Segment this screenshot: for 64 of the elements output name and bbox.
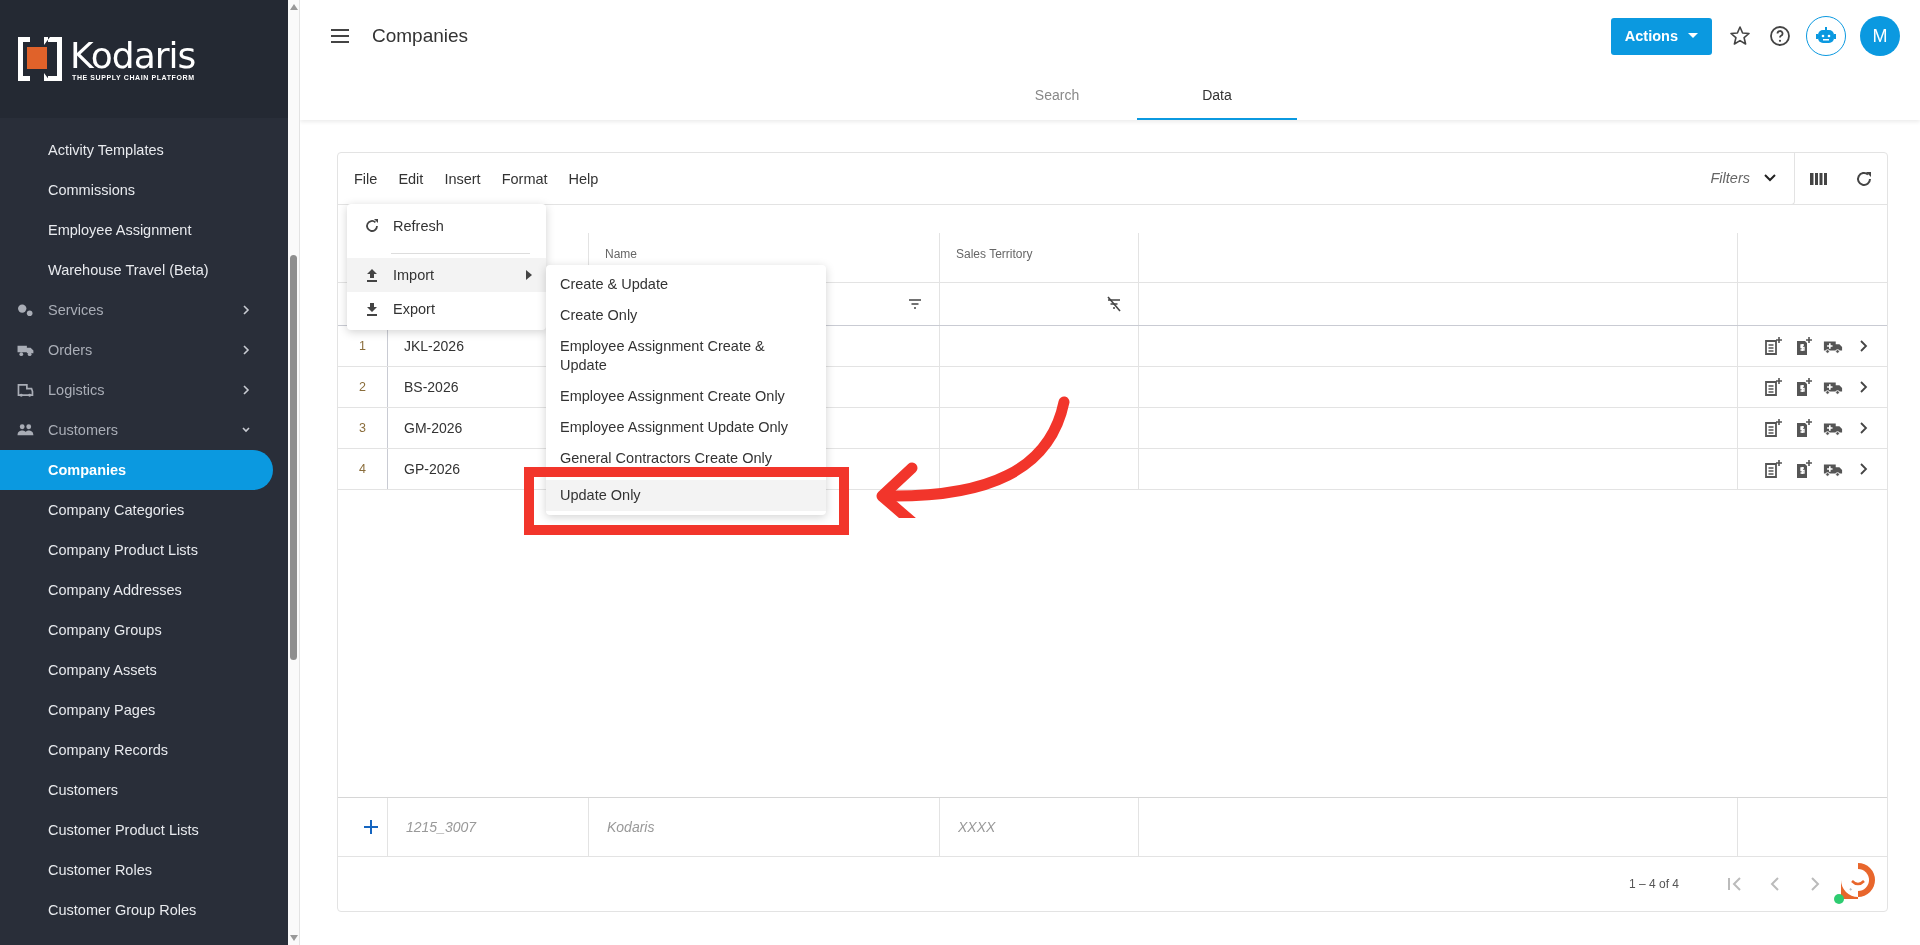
scroll-down-icon[interactable] [290, 935, 298, 941]
filters-dropdown[interactable]: Filters [1692, 152, 1795, 205]
submenu-arrow-icon [526, 270, 532, 280]
nav-group[interactable]: Logistics [0, 370, 273, 410]
scrollbar-thumb[interactable] [290, 255, 297, 660]
nav-item[interactable]: Customers [0, 770, 273, 810]
chevron-down-icon [241, 425, 251, 435]
menu-option[interactable]: Update Only [546, 480, 826, 511]
note-add-icon[interactable] [1763, 459, 1783, 479]
logo-icon [18, 37, 62, 81]
menu-option[interactable]: Export [347, 292, 546, 326]
pagination-range: 1 – 4 of 4 [1628, 877, 1679, 891]
input-field[interactable]: Kodaris [605, 818, 939, 836]
nav-item[interactable]: Commissions [0, 170, 273, 210]
nav-group[interactable]: Orders [0, 330, 273, 370]
star-icon[interactable] [1728, 24, 1752, 48]
menu-icon[interactable] [330, 29, 350, 43]
menu-option[interactable]: Import [347, 258, 546, 292]
nav-item[interactable]: Company Groups [0, 610, 273, 650]
page-title: Companies [372, 25, 470, 47]
note-add-icon[interactable] [1763, 377, 1783, 397]
row-number: 3 [338, 408, 388, 448]
note-add-icon[interactable] [1763, 418, 1783, 438]
tab[interactable]: Search [977, 72, 1137, 120]
column-header[interactable]: Sales Territory [956, 247, 1033, 261]
help-icon[interactable] [1768, 24, 1792, 48]
nav-group[interactable]: Services [0, 290, 273, 330]
nav-group[interactable]: Customers [0, 410, 273, 450]
nav-item[interactable]: Customer Roles [0, 850, 273, 890]
logo-name: Kodaris [70, 37, 196, 74]
nav-item[interactable]: Company Product Lists [0, 530, 273, 570]
chevron-down-icon [1764, 174, 1776, 182]
caret-icon [1688, 33, 1698, 39]
scrollbar[interactable] [288, 0, 300, 945]
people-icon [16, 423, 34, 437]
upload-icon [365, 268, 379, 282]
input-field[interactable]: 1215_3007 [404, 818, 588, 836]
nav-item[interactable]: Customer Product Lists [0, 810, 273, 850]
nav-item[interactable]: Company Addresses [0, 570, 273, 610]
filter-off-icon[interactable] [1104, 294, 1124, 314]
truck-icon [16, 343, 34, 357]
nav-item[interactable]: Company Assets [0, 650, 273, 690]
tab[interactable]: Data [1137, 72, 1297, 120]
download-icon [365, 302, 379, 316]
nav-item[interactable]: Warehouse Travel (Beta) [0, 250, 273, 290]
nav-item[interactable]: Company Records [0, 730, 273, 770]
nav-item[interactable]: Customer Group Roles [0, 890, 273, 930]
refresh-icon [365, 219, 379, 233]
menu-option[interactable]: Create & Update [546, 269, 826, 300]
input-field[interactable]: XXXX [956, 818, 1138, 836]
nav-item[interactable]: Activity Templates [0, 130, 273, 170]
nav-item[interactable]: Company Categories [0, 490, 273, 530]
row-number: 2 [338, 367, 388, 407]
robot-icon [1816, 27, 1836, 45]
menu-option[interactable]: Refresh [347, 209, 546, 243]
column-header[interactable]: Name [605, 247, 637, 261]
chevron-right-icon [241, 305, 251, 315]
nav-item[interactable]: Employee Assignment [0, 210, 273, 250]
note-add-icon[interactable] [1763, 336, 1783, 356]
scroll-up-icon[interactable] [290, 4, 298, 10]
chevron-right-icon [241, 345, 251, 355]
chevron-right-icon [241, 385, 251, 395]
row-number: 4 [338, 449, 388, 489]
nav-item[interactable]: Company Pages [0, 690, 273, 730]
